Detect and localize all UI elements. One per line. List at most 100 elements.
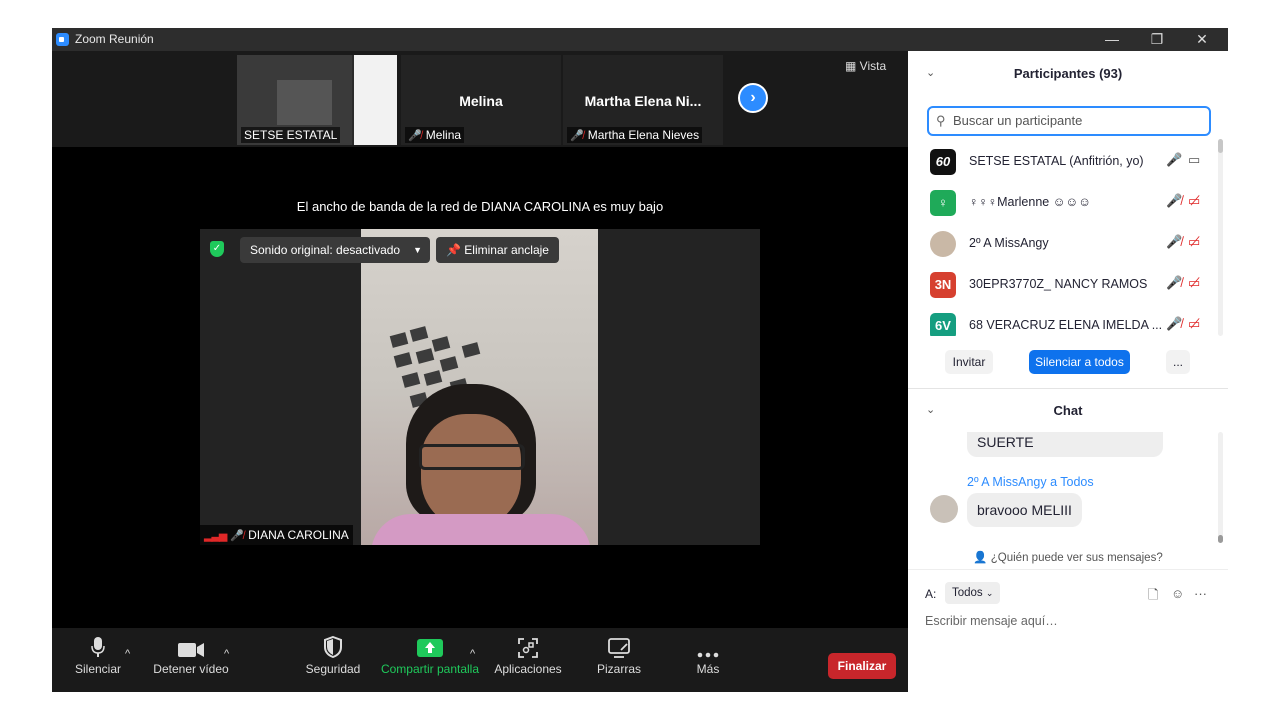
- share-screen-label: Compartir pantalla: [380, 662, 480, 676]
- mic-muted-icon[interactable]: 🎤̸: [1166, 193, 1182, 209]
- thumbnail-melina[interactable]: Melina 🎤̸ Melina: [401, 55, 561, 145]
- shield-icon: ✓: [210, 241, 224, 257]
- end-meeting-button[interactable]: Finalizar: [828, 653, 896, 679]
- thumbnail-name: Martha Elena Nieves: [587, 128, 700, 142]
- main-video-name: ▂▃▅ 🎤̸ DIANA CAROLINA: [200, 525, 353, 545]
- chat-scrollbar[interactable]: [1218, 535, 1223, 543]
- apps-label: Aplicaciones: [494, 662, 562, 676]
- avatar: 6V: [930, 313, 956, 336]
- search-icon: ⚲: [936, 113, 946, 128]
- original-sound-dropdown[interactable]: Sonido original: desactivado ▼: [240, 237, 430, 263]
- title-bar: Zoom Reunión — ❐ ✕: [52, 28, 1228, 51]
- close-button[interactable]: ✕: [1182, 28, 1222, 51]
- caret-down-icon: ▼: [413, 245, 422, 255]
- stop-video-label: Detener vídeo: [153, 662, 229, 676]
- recipient-value: Todos: [952, 587, 983, 599]
- share-screen-icon: [378, 628, 482, 662]
- participant-name: 30EPR3770Z_ NANCY RAMOS: [969, 277, 1148, 291]
- more-dots-icon[interactable]: ···: [1194, 586, 1207, 601]
- microphone-icon[interactable]: 🎤: [1166, 152, 1182, 168]
- who-can-see-link[interactable]: 👤 ¿Quién puede ver sus mensajes?: [908, 550, 1228, 564]
- video-off-icon[interactable]: ▭̸: [1188, 234, 1200, 250]
- audio-options-caret[interactable]: ^: [125, 648, 130, 660]
- stop-video-button[interactable]: Detener vídeo: [150, 628, 232, 692]
- participants-title: Participantes (93): [1013, 66, 1123, 81]
- invite-button[interactable]: Invitar: [945, 350, 993, 374]
- microphone-icon: [70, 628, 126, 662]
- share-options-caret[interactable]: ^: [470, 648, 475, 660]
- chat-message: SUERTE: [967, 432, 1163, 457]
- whiteboards-button[interactable]: Pizarras: [589, 628, 649, 692]
- next-page-button[interactable]: ›: [738, 83, 768, 113]
- mic-muted-icon[interactable]: 🎤̸: [1166, 275, 1182, 291]
- more-label: Más: [696, 662, 720, 676]
- main-video-tile[interactable]: ✓ Sonido original: desactivado ▼ 📌 Elimi…: [200, 229, 760, 545]
- mic-muted-icon: 🎤̸: [230, 530, 245, 542]
- view-button[interactable]: ▦ Vista: [845, 59, 886, 73]
- divider: [908, 569, 1228, 570]
- participant-row[interactable]: 60 SETSE ESTATAL (Anfitrión, yo) 🎤 ▭: [908, 141, 1220, 182]
- video-off-icon[interactable]: ▭̸: [1188, 275, 1200, 291]
- thumbnail-strip: SETSE ESTATAL Melina 🎤̸ Melina Martha Ele…: [52, 51, 908, 147]
- mute-all-button[interactable]: Silenciar a todos: [1029, 350, 1130, 374]
- thumbnail-name: Melina: [425, 128, 462, 142]
- file-icon[interactable]: 🗋: [1148, 586, 1158, 608]
- person-shirt: [371, 514, 591, 545]
- shield-icon: [302, 628, 364, 662]
- minimize-button[interactable]: —: [1092, 28, 1132, 51]
- thumbnail-name: SETSE ESTATAL: [241, 127, 341, 143]
- video-options-caret[interactable]: ^: [224, 648, 229, 660]
- participant-video: [361, 229, 598, 545]
- whiteboard-icon: [589, 628, 649, 662]
- search-placeholder: Buscar un participante: [953, 113, 1083, 128]
- participant-name: ♀♀♀Marlenne ☺☺☺: [969, 195, 1091, 209]
- grid-icon: ▦: [845, 59, 860, 73]
- mute-button[interactable]: Silenciar: [70, 628, 126, 692]
- mic-muted-icon: 🎤̸: [408, 130, 422, 142]
- mute-label: Silenciar: [74, 662, 122, 676]
- bandwidth-warning: El ancho de banda de la red de DIANA CAR…: [296, 199, 664, 214]
- chat-message: bravooo MELIII: [967, 493, 1082, 527]
- unpin-button[interactable]: 📌 Eliminar anclaje: [436, 237, 559, 263]
- chat-message-input[interactable]: Escribir mensaje aquí…: [925, 614, 1058, 628]
- chevron-down-icon: ⌄: [985, 588, 994, 598]
- recipient-label: A:: [925, 587, 937, 601]
- restore-button[interactable]: ❐: [1137, 28, 1177, 51]
- emoji-icon[interactable]: ☺: [1171, 586, 1184, 601]
- participants-header: ⌄ Participantes (93): [908, 51, 1228, 95]
- document-preview: [354, 55, 397, 145]
- participant-name: 68 VERACRUZ ELENA IMELDA ...: [969, 318, 1163, 332]
- more-button[interactable]: Más: [680, 628, 736, 692]
- video-off-icon[interactable]: ▭̸: [1188, 193, 1200, 209]
- participant-row[interactable]: ♀ ♀♀♀Marlenne ☺☺☺ 🎤̸ ▭̸: [908, 182, 1220, 223]
- participant-list: 60 SETSE ESTATAL (Anfitrión, yo) 🎤 ▭ ♀ ♀…: [908, 141, 1220, 336]
- video-camera-icon: [150, 628, 232, 662]
- mic-muted-icon[interactable]: 🎤̸: [1166, 234, 1182, 250]
- apps-icon: [492, 628, 564, 662]
- thumbnail-big-name: Melina: [459, 93, 503, 109]
- avatar: [930, 231, 956, 257]
- participant-row[interactable]: 3N 30EPR3770Z_ NANCY RAMOS 🎤̸ ▭̸: [908, 264, 1220, 305]
- thumbnail-martha[interactable]: Martha Elena Ni... 🎤̸ Martha Elena Nieves: [563, 55, 723, 145]
- participant-row[interactable]: 2º A MissAngy 🎤̸ ▭̸: [908, 223, 1220, 264]
- more-options-button[interactable]: ...: [1166, 350, 1190, 374]
- chat-title: Chat: [1053, 403, 1083, 418]
- signal-bars-icon: ▂▃▅: [204, 530, 227, 542]
- participant-scrollbar[interactable]: [1218, 139, 1223, 153]
- share-screen-button[interactable]: Compartir pantalla: [378, 628, 482, 692]
- person-icon: 👤: [973, 552, 991, 564]
- participant-search-input[interactable]: ⚲ Buscar un participante: [927, 106, 1211, 136]
- video-camera-icon[interactable]: ▭: [1188, 152, 1200, 168]
- video-off-icon[interactable]: ▭̸: [1188, 316, 1200, 332]
- chat-sender: 2º A MissAngy a Todos: [967, 475, 1094, 489]
- recipient-dropdown[interactable]: Todos ⌄: [945, 582, 1001, 604]
- apps-button[interactable]: Aplicaciones: [492, 628, 564, 692]
- participant-row[interactable]: 6V 68 VERACRUZ ELENA IMELDA ... 🎤̸ ▭̸: [908, 305, 1220, 336]
- avatar: 60: [930, 149, 956, 175]
- speaker-preview: [277, 80, 332, 125]
- avatar: 3N: [930, 272, 956, 298]
- video-area: SETSE ESTATAL Melina 🎤̸ Melina Martha Ele…: [52, 51, 908, 628]
- thumbnail-setse-estatal[interactable]: SETSE ESTATAL: [237, 55, 397, 145]
- security-button[interactable]: Seguridad: [302, 628, 364, 692]
- mic-muted-icon[interactable]: 🎤̸: [1166, 316, 1182, 332]
